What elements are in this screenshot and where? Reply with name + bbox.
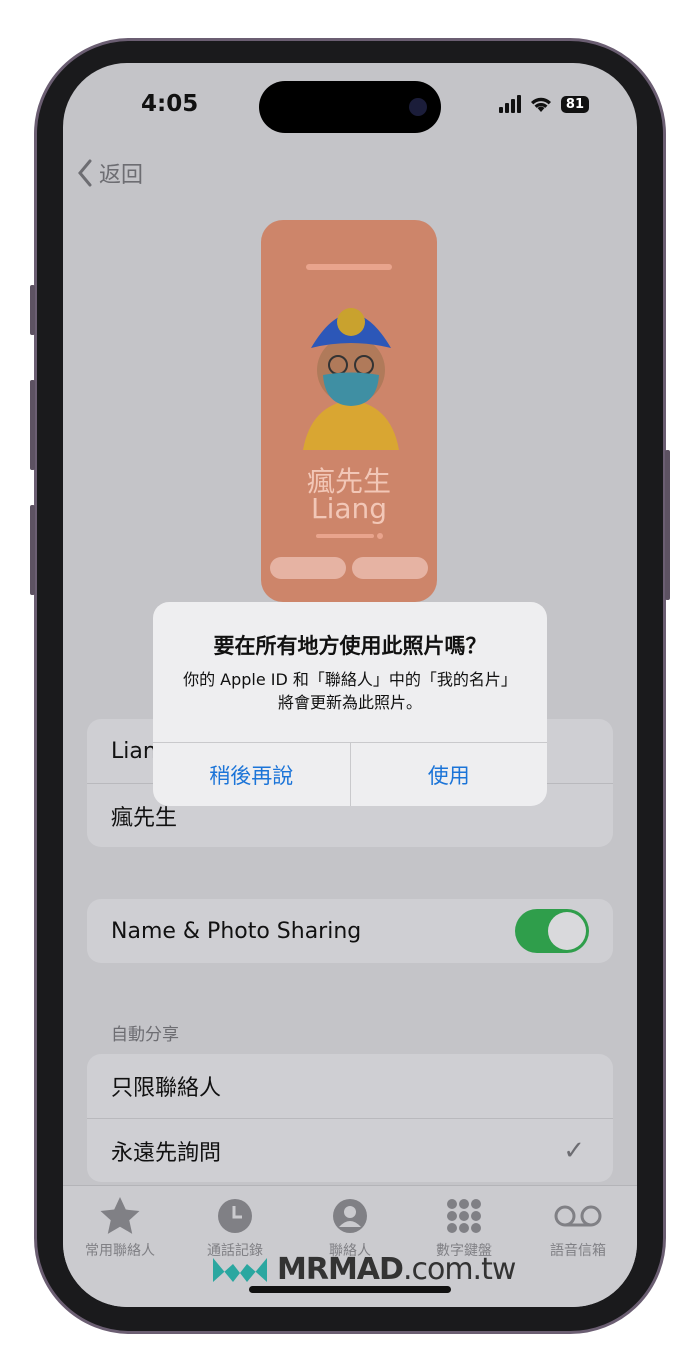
tab-bar: 常用聯絡人 通話記錄 聯絡人 數字鍵盤 語音信箱 MRMAD.com.tw [63,1185,637,1307]
power-button [665,450,670,600]
watermark-brand: MRMAD [277,1252,404,1287]
person-icon [333,1199,367,1233]
sharing-row: Name & Photo Sharing [87,899,613,963]
volume-up-button [30,380,35,470]
dynamic-island [259,81,441,133]
sharing-toggle[interactable] [515,909,589,953]
later-button[interactable]: 稍後再說 [153,743,350,806]
auto-share-option[interactable]: 永遠先詢問 ✓ [87,1118,613,1182]
chevron-left-icon [78,159,92,187]
checkmark-icon: ✓ [563,1135,585,1166]
battery-indicator: 81 [560,95,589,113]
tab-label: 常用聯絡人 [85,1243,155,1259]
use-button[interactable]: 使用 [349,743,548,806]
tab-favorites[interactable]: 常用聯絡人 [65,1196,175,1260]
option-label: 永遠先詢問 [111,1140,222,1166]
voicemail-icon [554,1205,602,1227]
tab-label: 語音信箱 [550,1243,606,1259]
poster-button-right [352,557,428,579]
poster-name-line2: Liang [310,492,388,525]
mrmad-logo-icon [213,1257,267,1282]
home-indicator[interactable] [249,1286,451,1293]
alert-message: 你的 Apple ID 和「聯絡人」中的「我的名片」將會更新為此照片。 [183,670,517,712]
poster-button-left [270,557,346,579]
tab-recents[interactable]: 通話記錄 [180,1196,290,1260]
watermark-domain: .com.tw [402,1252,516,1287]
volume-down-button [30,505,35,595]
keypad-icon [447,1199,481,1233]
auto-share-group: 只限聯絡人 永遠先詢問 ✓ [87,1054,613,1182]
poster-dot [377,533,383,539]
alert-dialog: 要在所有地方使用此照片嗎？ 你的 Apple ID 和「聯絡人」中的「我的名片」… [153,602,547,806]
back-label: 返回 [99,163,144,188]
contact-poster-preview: 瘋先生 Liang [261,220,437,602]
clock-icon [218,1199,252,1233]
status-icons: 81 [498,95,589,113]
option-label: 只限聯絡人 [111,1076,222,1101]
screen: 4:05 81 返回 瘋先生 Liang Liang 瘋先生 Name & Ph… [63,63,637,1307]
mrmad-watermark: MRMAD.com.tw [211,1252,516,1287]
auto-share-header: 自動分享 [111,1025,179,1045]
back-button[interactable]: 返回 [77,157,143,189]
action-button [30,285,35,335]
wifi-icon [530,97,551,112]
poster-bar [306,264,392,270]
alert-title: 要在所有地方使用此照片嗎？ [213,634,487,658]
tab-voicemail[interactable]: 語音信箱 [523,1196,633,1260]
poster-bar [316,534,374,538]
tab-keypad[interactable]: 數字鍵盤 [409,1196,519,1260]
sharing-label: Name & Photo Sharing [111,918,362,944]
tab-contacts[interactable]: 聯絡人 [295,1196,405,1260]
camera-icon [409,98,427,116]
status-time: 4:05 [141,91,199,117]
signal-icon [498,95,521,113]
sharing-group: Name & Photo Sharing [87,899,613,963]
auto-share-option[interactable]: 只限聯絡人 [87,1054,613,1118]
memoji-avatar [303,308,399,450]
star-icon [100,1197,140,1234]
